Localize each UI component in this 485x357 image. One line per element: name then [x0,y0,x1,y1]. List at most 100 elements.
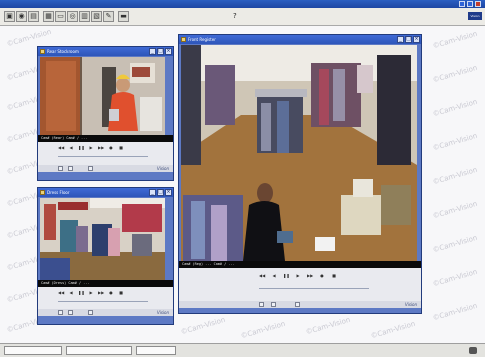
stop-icon[interactable]: ■ [118,145,124,150]
close-button[interactable]: × [165,189,172,196]
close-window-button[interactable] [475,1,481,7]
timeline-slider[interactable] [259,288,369,289]
status-field [4,346,62,355]
statusbar [0,343,485,357]
grid-icon[interactable]: ▦ [43,11,54,22]
maximize-window-button[interactable] [467,1,473,7]
camera-icon [181,37,186,42]
playback-controls: ◀◀ ◀ ❚❚ ▶ ▶▶ ● ■ [38,142,173,165]
camera-window-front[interactable]: Front Register _ □ × Cam# (Reg) ... Cam#… [178,34,422,314]
watermark: ©Cam-Vision [431,131,479,153]
export-icon[interactable] [295,302,300,307]
watermark: ©Cam-Vision [179,315,227,337]
camera-window-dress[interactable]: Dress Floor _ □ × Cam# (Dress) Cam# / ..… [37,187,174,325]
step-forward-icon[interactable]: ▶▶ [98,145,104,150]
minimize-button[interactable]: _ [397,36,404,43]
toolbar: ▣ ◉ ▤ ▦ ▭ ◎ ▥ ▧ ✎ ▬ ? Vision [0,8,485,26]
vision-brand: Vision [156,310,169,315]
window-toolrow: Vision [38,309,173,316]
video-status: Cam# (Rear) Cam# / ... [38,135,173,142]
pause-icon[interactable]: ❚❚ [78,290,85,295]
camera-feed[interactable] [40,198,165,280]
watermark: ©Cam-Vision [304,315,352,337]
step-back-icon[interactable]: ◀ [68,290,74,295]
watermark: ©Cam-Vision [431,97,479,119]
camera-window-titlebar[interactable]: Rear Stockroom _ □ × [38,47,173,56]
open-icon[interactable]: ▣ [4,11,15,22]
record-icon[interactable]: ● [108,290,114,295]
watermark: ©Cam-Vision [431,233,479,255]
export-icon[interactable] [88,166,93,171]
camera-window-rear[interactable]: Rear Stockroom _ □ × Cam# (Rear) Cam# / … [37,46,174,181]
watermark: ©Cam-Vision [431,267,479,289]
record-icon[interactable]: ● [108,145,114,150]
camera-feed[interactable] [40,57,165,135]
tray-icon [469,347,477,354]
lock-icon[interactable]: ▥ [79,11,90,22]
step-forward-icon[interactable]: ▶▶ [307,273,313,278]
play-icon[interactable]: ▶ [88,145,94,150]
camera-window-title: Dress Floor [47,190,70,195]
snapshot-icon[interactable] [68,166,73,171]
workspace: ©Cam-Vision ©Cam-Vision ©Cam-Vision ©Cam… [0,26,485,343]
minimize-button[interactable]: _ [149,189,156,196]
watermark: ©Cam-Vision [239,319,287,341]
timeline-slider[interactable] [58,301,148,302]
help-button[interactable]: ? [233,12,237,20]
camera-window-titlebar[interactable]: Front Register _ □ × [179,35,421,44]
camera-feed-image [40,198,165,280]
watermark: ©Cam-Vision [369,319,417,341]
watermark: ©Cam-Vision [431,165,479,187]
maximize-button[interactable]: □ [405,36,412,43]
minimize-icon[interactable]: ▬ [118,11,129,22]
film-icon[interactable]: ▤ [28,11,39,22]
status-field [136,346,176,355]
close-button[interactable]: × [413,36,420,43]
rewind-icon[interactable]: ◀◀ [259,273,265,278]
window-icon[interactable]: ▭ [55,11,66,22]
settings-icon[interactable]: ✎ [103,11,114,22]
camera-feed[interactable] [181,45,417,261]
minimize-window-button[interactable] [459,1,465,7]
record-icon[interactable]: ● [319,273,325,278]
pause-icon[interactable]: ❚❚ [78,145,85,150]
vision-brand: Vision [404,302,417,307]
vision-brand: Vision [156,166,169,171]
maximize-button[interactable]: □ [157,48,164,55]
zoom-icon[interactable] [259,302,264,307]
stop-icon[interactable]: ■ [118,290,124,295]
step-forward-icon[interactable]: ▶▶ [98,290,104,295]
step-back-icon[interactable]: ◀ [68,145,74,150]
step-back-icon[interactable]: ◀ [271,273,277,278]
video-status: Cam# (Dress) Cam# / ... [38,280,173,287]
camera-window-title: Rear Stockroom [47,49,79,54]
maximize-button[interactable]: □ [157,189,164,196]
camera-icon [40,49,45,54]
stop-icon[interactable]: ■ [331,273,337,278]
rewind-icon[interactable]: ◀◀ [58,145,64,150]
folder-icon[interactable]: ▧ [91,11,102,22]
window-toolrow: Vision [179,301,421,308]
play-icon[interactable]: ▶ [88,290,94,295]
app-titlebar [0,0,485,8]
play-icon[interactable]: ▶ [295,273,301,278]
snapshot-icon[interactable] [68,310,73,315]
camera-feed-image [181,45,417,261]
pause-icon[interactable]: ❚❚ [283,273,290,278]
export-icon[interactable] [88,310,93,315]
camera-icon[interactable]: ◉ [16,11,27,22]
rewind-icon[interactable]: ◀◀ [58,290,64,295]
stack-icon[interactable]: ◎ [67,11,78,22]
playback-controls: ◀◀ ◀ ❚❚ ▶ ▶▶ ● ■ [179,268,421,301]
minimize-button[interactable]: _ [149,48,156,55]
watermark: ©Cam-Vision [431,29,479,51]
video-status: Cam# (Reg) ... Cam# / ... [179,261,421,268]
camera-window-titlebar[interactable]: Dress Floor _ □ × [38,188,173,197]
close-button[interactable]: × [165,48,172,55]
camera-feed-image [40,57,165,135]
zoom-icon[interactable] [58,166,63,171]
zoom-icon[interactable] [58,310,63,315]
status-field [66,346,132,355]
snapshot-icon[interactable] [271,302,276,307]
timeline-slider[interactable] [58,156,148,157]
